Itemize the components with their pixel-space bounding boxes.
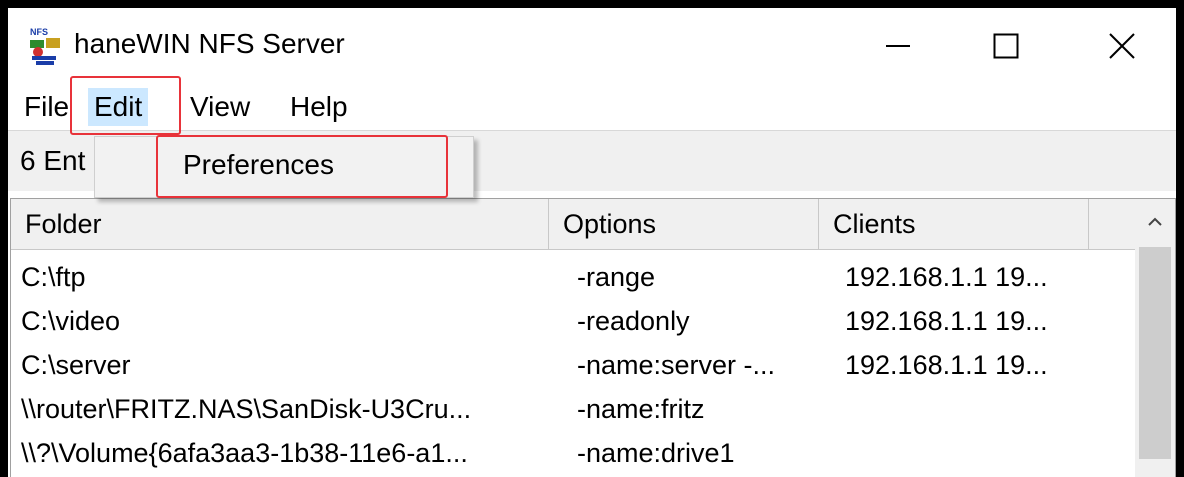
column-header-filler <box>1089 199 1135 249</box>
cell-options: -name:fritz <box>577 394 705 424</box>
window-title: haneWIN NFS Server <box>74 28 345 59</box>
table-row[interactable]: C:\server -name:server -... 192.168.1.1 … <box>11 343 1135 387</box>
table-row[interactable]: \\?\Volume{6afa3aa3-1b38-11e6-a1... -nam… <box>11 431 1135 475</box>
exports-list: Folder Options Clients C:\ftp -range 192… <box>10 198 1176 477</box>
cell-clients: 192.168.1.1 19... <box>845 350 1048 380</box>
close-button[interactable] <box>1090 20 1154 72</box>
cell-folder: \\?\Volume{6afa3aa3-1b38-11e6-a1... <box>21 438 468 468</box>
cell-options: -range <box>577 262 656 292</box>
app-window: NFS haneWIN NFS Server File Edit View He… <box>8 8 1176 477</box>
table-row[interactable]: C:\video -readonly 192.168.1.1 19... <box>11 299 1135 343</box>
minimize-button[interactable] <box>866 20 930 72</box>
cell-folder: \\router\FRITZ.NAS\SanDisk-U3Cru... <box>21 394 472 424</box>
nfs-app-icon: NFS <box>30 27 60 65</box>
minimize-icon <box>886 45 910 47</box>
cell-folder: C:\video <box>21 306 121 336</box>
edit-highlight-box <box>70 76 181 135</box>
menu-file[interactable]: File <box>18 88 75 126</box>
cell-folder: C:\ftp <box>21 262 86 292</box>
svg-text:NFS: NFS <box>30 27 48 37</box>
scrollbar-thumb[interactable] <box>1139 247 1171 459</box>
column-header-folder[interactable]: Folder <box>11 199 549 249</box>
menu-bar: File Edit View Help <box>8 80 1176 130</box>
menu-help[interactable]: Help <box>284 88 354 126</box>
column-header-clients[interactable]: Clients <box>819 199 1089 249</box>
cell-options: -name:server -... <box>577 350 776 380</box>
entries-count: 6 Ent <box>20 145 86 176</box>
scroll-up-button[interactable] <box>1135 199 1175 245</box>
preferences-highlight-box <box>156 135 448 198</box>
column-header-options[interactable]: Options <box>549 199 819 249</box>
chevron-up-icon <box>1148 217 1162 226</box>
table-row[interactable]: \\router\FRITZ.NAS\SanDisk-U3Cru... -nam… <box>11 387 1135 431</box>
maximize-button[interactable] <box>974 20 1038 72</box>
vertical-scrollbar[interactable] <box>1135 199 1175 477</box>
title-bar: NFS haneWIN NFS Server <box>8 8 1176 78</box>
list-header: Folder Options Clients <box>11 199 1135 250</box>
menu-view[interactable]: View <box>184 88 256 126</box>
table-row[interactable]: C:\ftp -range 192.168.1.1 19... <box>11 255 1135 299</box>
cell-options: -name:drive1 <box>577 438 735 468</box>
close-icon <box>1109 33 1135 59</box>
maximize-icon <box>993 33 1019 59</box>
cell-clients: 192.168.1.1 19... <box>845 306 1048 336</box>
cell-folder: C:\server <box>21 350 131 380</box>
cell-clients: 192.168.1.1 19... <box>845 262 1048 292</box>
cell-options: -readonly <box>577 306 690 336</box>
